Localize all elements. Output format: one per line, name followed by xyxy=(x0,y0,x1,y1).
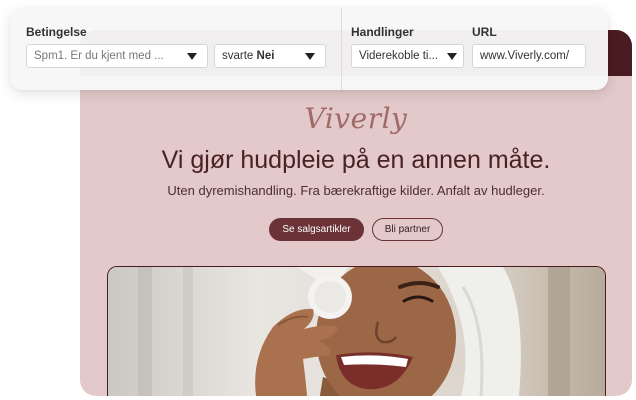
condition-heading: Betingelse xyxy=(26,25,87,39)
hero-subheadline: Uten dyremishandling. Fra bærekraftige k… xyxy=(167,183,545,198)
panel-divider xyxy=(341,8,342,90)
actions-heading: Handlinger xyxy=(351,25,414,39)
shop-button[interactable]: Se salgsartikler xyxy=(269,218,364,241)
answer-select-label: svarte Nei xyxy=(222,50,299,62)
answer-prefix: svarte xyxy=(222,50,254,62)
answer-select[interactable]: svarte Nei xyxy=(214,44,326,68)
partner-button[interactable]: Bli partner xyxy=(372,218,443,241)
condition-panel: Betingelse Handlinger URL Spm1. Er du kj… xyxy=(10,8,608,90)
question-select-label: Spm1. Er du kjent med ... xyxy=(34,50,164,62)
chevron-down-icon xyxy=(447,52,457,60)
hero-image xyxy=(107,266,606,396)
url-input[interactable]: www.Viverly.com/ xyxy=(472,44,586,68)
url-heading: URL xyxy=(472,25,497,39)
chevron-down-icon xyxy=(187,52,197,60)
cta-buttons: Se salgsartikler Bli partner xyxy=(80,218,632,241)
action-select[interactable]: Viderekoble ti... xyxy=(351,44,464,68)
hero-headline: Vi gjør hudpleie på en annen måte. xyxy=(161,146,551,174)
url-input-value: www.Viverly.com/ xyxy=(480,50,570,62)
answer-value: Nei xyxy=(256,50,275,62)
action-select-label: Viderekoble ti... xyxy=(359,50,439,62)
brand-logo: Viverly xyxy=(304,102,408,135)
chevron-down-icon xyxy=(305,52,315,60)
question-select[interactable]: Spm1. Er du kjent med ... xyxy=(26,44,208,68)
